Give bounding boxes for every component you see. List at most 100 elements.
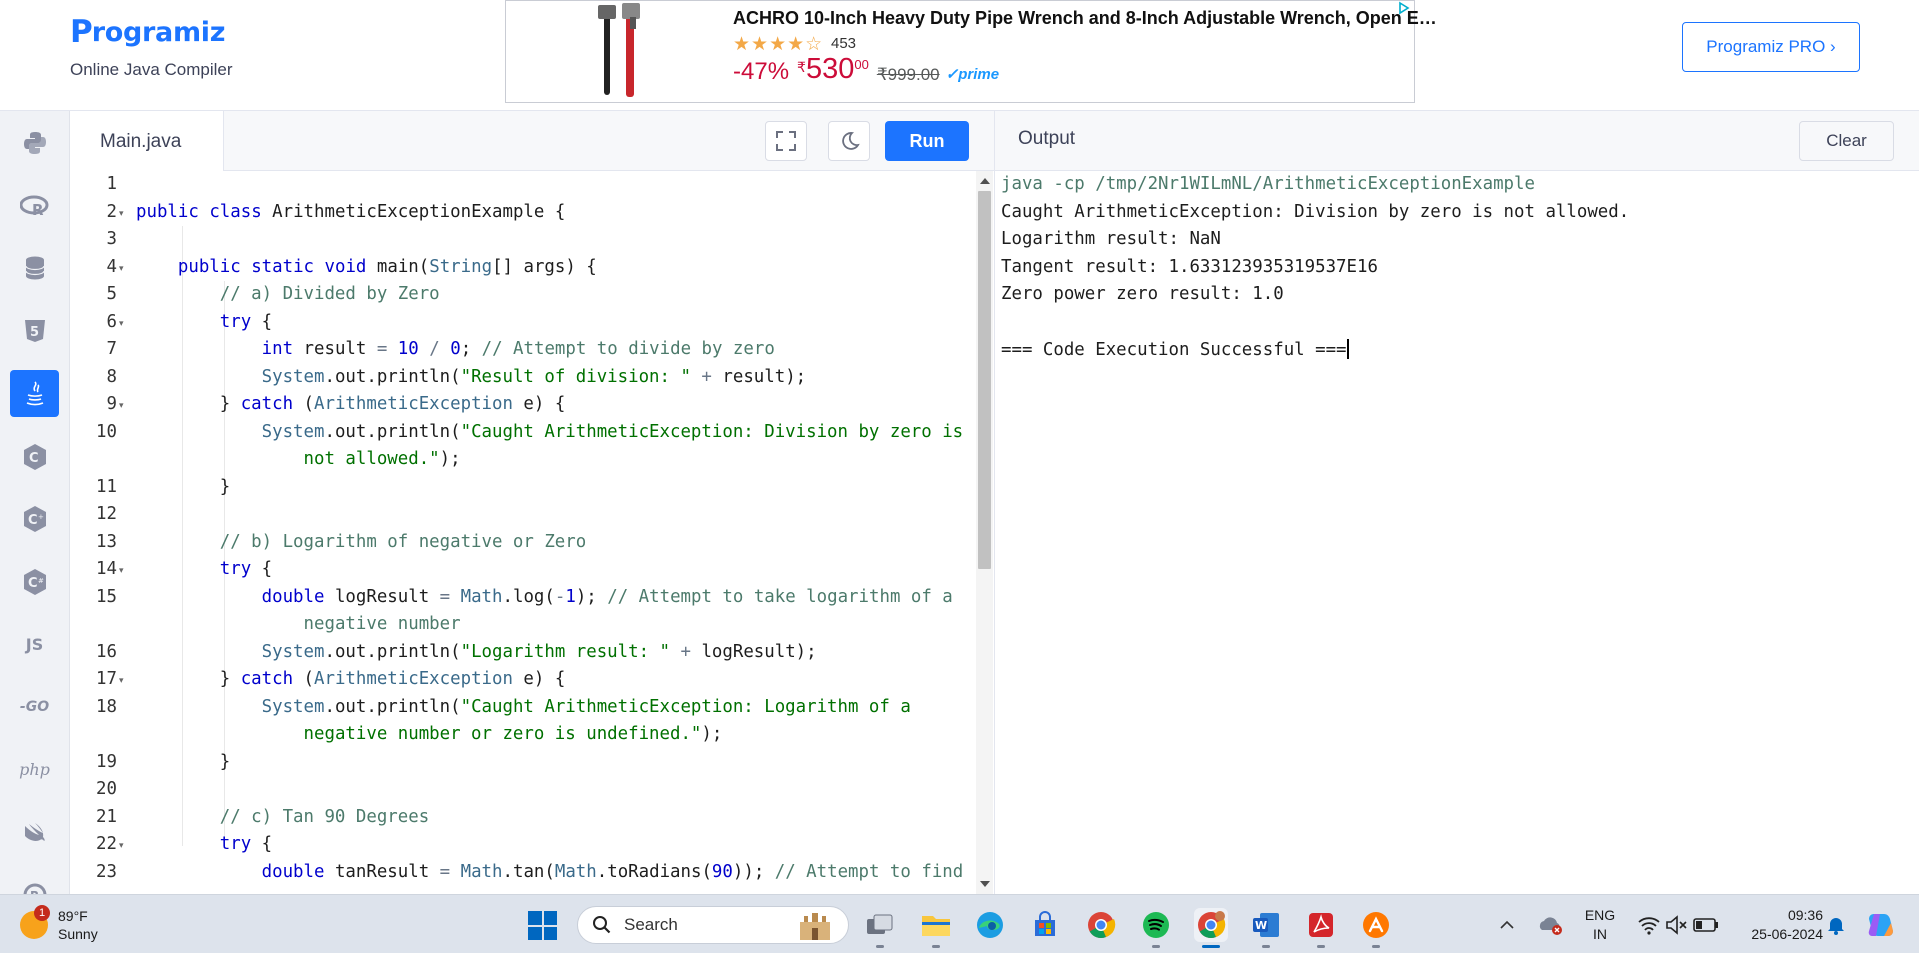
scroll-down-arrow[interactable] xyxy=(980,881,990,887)
windows-taskbar: 1 89°F Sunny Search W ENG IN 09:36 25-06… xyxy=(0,894,1919,953)
c-icon[interactable]: C xyxy=(10,433,59,480)
language-indicator[interactable]: ENG IN xyxy=(1580,906,1620,944)
advertisement-banner[interactable]: ACHRO 10-Inch Heavy Duty Pipe Wrench and… xyxy=(505,0,1437,103)
output-line: Tangent result: 1.633123935319537E16 xyxy=(1001,256,1378,277)
ad-price-row: -47% ₹ 530 00 ₹999.00 ✓prime xyxy=(733,53,999,86)
code-line: try { xyxy=(219,834,273,854)
running-indicator xyxy=(1317,945,1325,948)
javascript-icon[interactable]: JS xyxy=(10,621,59,668)
code-editor[interactable]: 1 2 ▾ 3 4 ▾ 5 6 ▾ 7 8 9 ▾ 10 11 12 13 14 ▾ 15 16 17 ▾ 18 19 20 21 2… xyxy=(70,171,994,894)
ad-prime-badge: ✓prime xyxy=(945,66,1000,83)
fold-toggle-icon[interactable]: ▾ xyxy=(119,263,124,274)
line-number: 11 xyxy=(96,476,117,497)
code-line: try { xyxy=(219,559,273,579)
code-line: // a) Divided by Zero xyxy=(219,284,440,304)
clock[interactable]: 09:36 25-06-2024 xyxy=(1737,906,1823,944)
output-title: Output xyxy=(1018,128,1076,149)
output-line: Caught ArithmeticException: Division by … xyxy=(1001,201,1630,222)
file-explorer-icon[interactable] xyxy=(919,908,953,948)
fold-toggle-icon[interactable]: ▾ xyxy=(119,400,124,411)
chevron-up-icon[interactable] xyxy=(1494,908,1520,942)
system-tray-status[interactable] xyxy=(1633,908,1723,942)
svg-text:#: # xyxy=(38,577,44,585)
html5-icon[interactable]: 5 xyxy=(10,307,59,354)
clear-button[interactable]: Clear xyxy=(1799,121,1894,161)
task-view-icon[interactable] xyxy=(863,908,897,948)
rust-icon[interactable]: R xyxy=(10,871,59,894)
output-line: Zero power zero result: 1.0 xyxy=(1001,284,1284,304)
svg-text:C: C xyxy=(29,451,39,466)
copilot-icon[interactable] xyxy=(1863,908,1897,942)
code-line: int result = 10 / 0; // Attempt to divid… xyxy=(261,339,775,359)
line-number: 5 xyxy=(106,284,117,304)
r-icon[interactable]: R xyxy=(10,182,59,229)
acrobat-icon[interactable] xyxy=(1304,908,1338,948)
taskbar-search[interactable]: Search xyxy=(577,906,849,944)
chrome-profile-icon[interactable] xyxy=(1194,908,1228,948)
weather-widget[interactable]: 1 89°F Sunny xyxy=(20,905,98,943)
scroll-up-arrow[interactable] xyxy=(980,178,990,184)
ad-price: 530 xyxy=(805,53,855,85)
code-line: System.out.println("Caught ArithmeticExc… xyxy=(261,696,911,717)
php-icon[interactable]: php xyxy=(10,746,59,793)
scroll-thumb[interactable] xyxy=(978,191,991,569)
fold-toggle-icon[interactable]: ▾ xyxy=(119,840,124,851)
line-number: 10 xyxy=(96,421,117,442)
database-icon[interactable] xyxy=(10,244,59,291)
programiz-logo[interactable]: Programiz xyxy=(70,14,225,50)
code-line: } xyxy=(136,751,231,772)
avast-icon[interactable] xyxy=(1359,908,1393,948)
line-number: 15 xyxy=(96,586,117,607)
adchoices-icon[interactable] xyxy=(1396,1,1412,15)
fold-toggle-icon[interactable]: ▾ xyxy=(119,208,124,219)
output-line: Logarithm result: NaN xyxy=(1001,229,1221,249)
onedrive-icon[interactable] xyxy=(1535,908,1565,942)
code-line: } xyxy=(136,476,231,497)
windows-start-icon[interactable] xyxy=(528,911,557,940)
js-label: JS xyxy=(25,635,44,654)
code-line: // b) Logarithm of negative or Zero xyxy=(219,531,587,552)
code-line: System.out.println("Caught ArithmeticExc… xyxy=(261,421,964,442)
page-subtitle: Online Java Compiler xyxy=(70,60,233,79)
ad-discount: -47% xyxy=(733,58,790,85)
programiz-pro-button[interactable]: Programiz PRO › xyxy=(1682,22,1860,72)
editor-toolbar: Main.java Run xyxy=(70,111,994,172)
cpp-icon[interactable]: C + xyxy=(10,495,59,542)
line-number: 14 xyxy=(96,559,117,579)
fullscreen-icon xyxy=(776,131,796,151)
run-button[interactable]: Run xyxy=(885,121,969,161)
fold-toggle-icon[interactable]: ▾ xyxy=(119,675,124,686)
ad-product-title[interactable]: ACHRO 10-Inch Heavy Duty Pipe Wrench and… xyxy=(733,8,1437,29)
spotify-icon[interactable] xyxy=(1139,908,1173,948)
running-indicator xyxy=(1262,945,1270,948)
code-line: try { xyxy=(219,311,273,332)
dark-mode-button[interactable] xyxy=(828,121,870,161)
logo-mark: P xyxy=(70,14,93,50)
editor-scrollbar[interactable] xyxy=(976,171,993,894)
edge-icon[interactable] xyxy=(973,908,1007,942)
line-number: 20 xyxy=(96,779,117,799)
fullscreen-button[interactable] xyxy=(765,121,807,161)
code-line: // c) Tan 90 Degrees xyxy=(219,806,430,827)
language-code: ENG xyxy=(1584,907,1616,923)
java-icon[interactable] xyxy=(10,370,59,417)
go-icon[interactable]: -GO xyxy=(10,683,59,730)
wrench-product-image[interactable] xyxy=(586,1,656,101)
swift-icon[interactable] xyxy=(10,808,59,855)
chrome-icon[interactable] xyxy=(1084,908,1118,942)
code-line: public static void main(String[] args) { xyxy=(177,256,597,277)
tab-main-java[interactable]: Main.java xyxy=(70,111,224,172)
csharp-icon[interactable]: C # xyxy=(10,558,59,605)
notification-bell-icon[interactable] xyxy=(1823,908,1849,942)
fold-toggle-icon[interactable]: ▾ xyxy=(119,318,124,329)
word-icon[interactable]: W xyxy=(1249,908,1283,948)
output-console[interactable]: java -cp /tmp/2Nr1WILmNL/ArithmeticExcep… xyxy=(994,171,1919,894)
line-number: 9 xyxy=(106,394,117,414)
python-icon[interactable] xyxy=(10,119,59,166)
line-number: 19 xyxy=(96,751,117,772)
fold-toggle-icon[interactable]: ▾ xyxy=(119,565,124,576)
code-line: not allowed."); xyxy=(303,449,461,469)
microsoft-store-icon[interactable] xyxy=(1028,908,1062,942)
line-number: 1 xyxy=(106,174,117,194)
line-number: 23 xyxy=(96,861,117,882)
